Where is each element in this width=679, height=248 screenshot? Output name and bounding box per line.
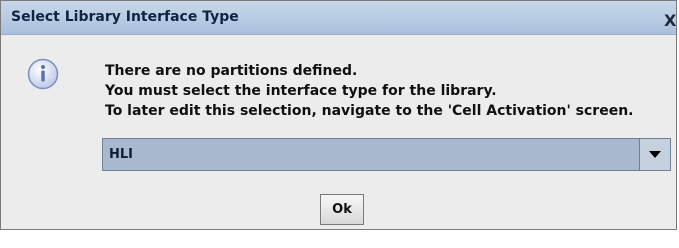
- message-line: You must select the interface type for t…: [105, 83, 497, 99]
- message-line: To later edit this selection, navigate t…: [105, 103, 634, 119]
- dialog: Select Library Interface Type X There ar…: [0, 0, 677, 230]
- titlebar: Select Library Interface Type X: [1, 1, 676, 35]
- ok-button[interactable]: Ok: [320, 194, 364, 225]
- message-line: There are no partitions defined.: [105, 63, 358, 79]
- info-icon: [27, 58, 59, 90]
- interface-type-select[interactable]: HLI: [102, 138, 671, 171]
- window-title: Select Library Interface Type: [11, 9, 239, 25]
- selected-value: HLI: [109, 147, 134, 162]
- message-text: There are no partitions defined. You mus…: [105, 61, 634, 121]
- close-icon[interactable]: X: [664, 12, 676, 30]
- dropdown-button[interactable]: [639, 139, 670, 170]
- chevron-down-icon: [649, 151, 661, 158]
